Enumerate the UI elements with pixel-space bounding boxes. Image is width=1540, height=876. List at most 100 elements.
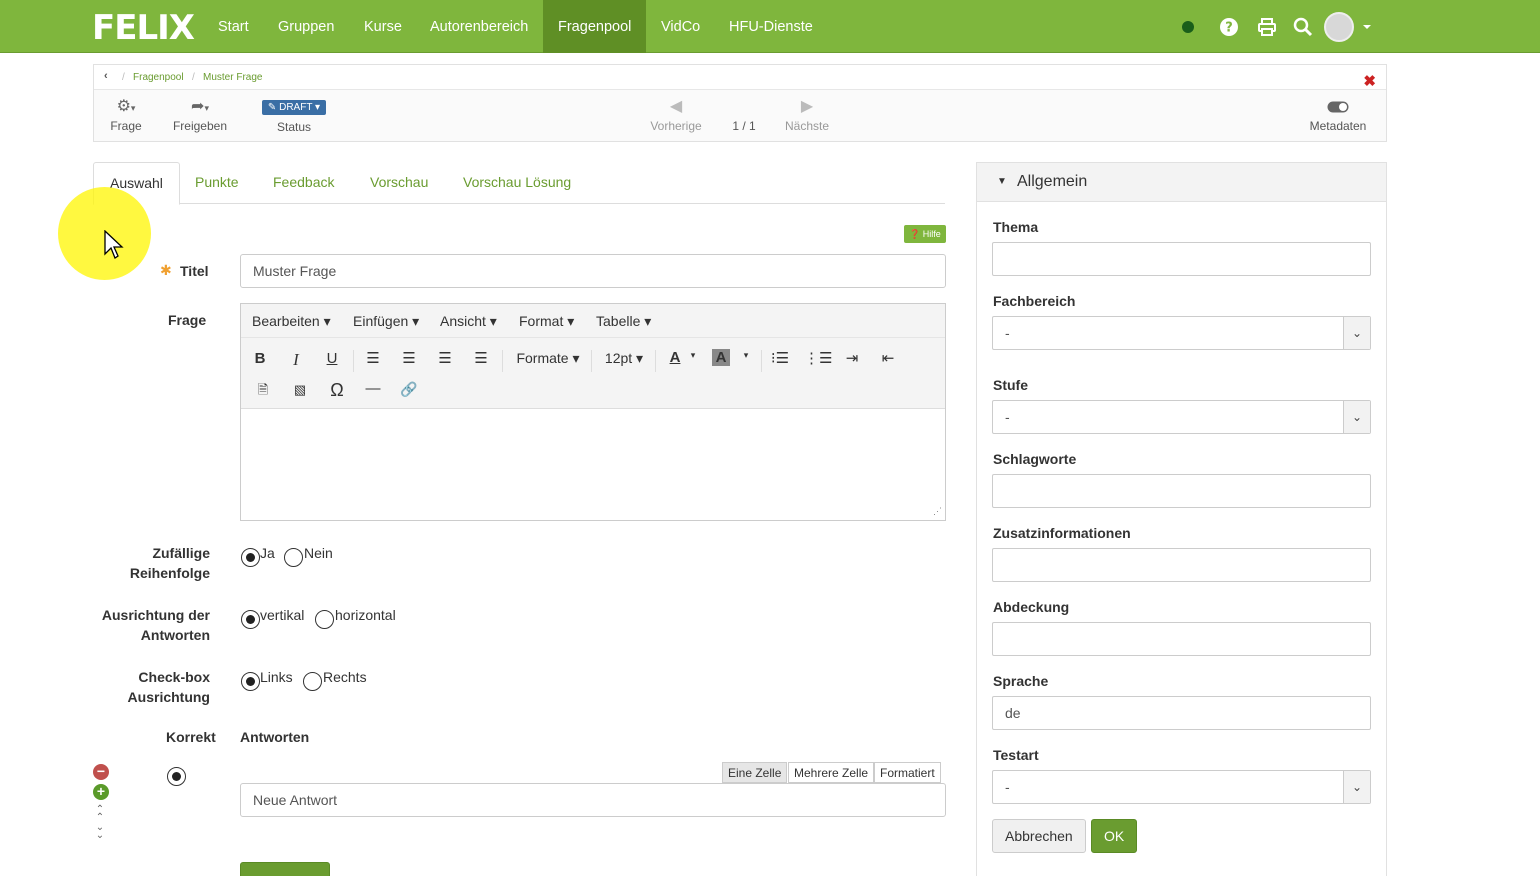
tab-punkte[interactable]: Punkte xyxy=(179,162,255,204)
editor-menu-tabelle[interactable]: Tabelle ▾ xyxy=(596,313,651,330)
save-button[interactable] xyxy=(240,862,330,876)
align-justify-icon[interactable]: ☰ xyxy=(361,349,385,367)
bold-icon[interactable]: B xyxy=(248,350,272,367)
special-character-icon[interactable]: Ω xyxy=(325,380,349,401)
move-down-icon[interactable]: ⌄ ⌄ xyxy=(93,823,107,841)
editor-menu-format[interactable]: Format ▾ xyxy=(519,313,574,330)
tab-vorschau[interactable]: Vorschau xyxy=(354,162,444,204)
nav-vidco[interactable]: VidCo xyxy=(646,0,715,53)
orientation-horizontal-radio[interactable] xyxy=(315,610,334,629)
breadcrumb-current: Muster Frage xyxy=(203,72,263,83)
orientation-vertical-label[interactable]: vertikal xyxy=(260,607,304,623)
add-answer-icon[interactable]: + xyxy=(93,784,109,800)
underline-icon[interactable]: U xyxy=(320,350,344,367)
titel-input[interactable]: Muster Frage xyxy=(240,254,946,288)
text-color-caret-icon[interactable]: ▾ xyxy=(687,350,699,361)
editor-menu-bearbeiten[interactable]: Bearbeiten ▾ xyxy=(252,313,331,330)
brand-logo[interactable]: FELIX xyxy=(92,8,195,48)
avatar[interactable] xyxy=(1324,12,1354,42)
stufe-label: Stufe xyxy=(993,377,1028,393)
nav-kurse[interactable]: Kurse xyxy=(349,0,417,53)
fachbereich-select[interactable]: - ⌄ xyxy=(992,316,1371,350)
question-tabs: Auswahl Punkte Feedback Vorschau Vorscha… xyxy=(93,162,945,205)
checkbox-left-radio[interactable] xyxy=(241,672,260,691)
mode-formatted-button[interactable]: Formatiert xyxy=(874,762,941,783)
horizontal-rule-icon[interactable]: — xyxy=(361,380,385,397)
nav-fragenpool[interactable]: Fragenpool xyxy=(543,0,646,53)
schlagworte-input[interactable] xyxy=(992,474,1371,508)
editor-menu-einfuegen[interactable]: Einfügen ▾ xyxy=(353,313,419,330)
breadcrumb: ‹ / Fragenpool / Muster Frage ✖ xyxy=(94,65,1386,90)
frage-menu-button[interactable]: ⚙▾ Frage xyxy=(108,97,144,133)
stufe-select[interactable]: - ⌄ xyxy=(992,400,1371,434)
link-icon[interactable]: 🔗 xyxy=(397,381,421,398)
font-size-dropdown[interactable]: 12pt ▾ xyxy=(601,350,647,367)
print-icon[interactable] xyxy=(1257,17,1277,37)
checkbox-right-label[interactable]: Rechts xyxy=(323,669,367,685)
align-right-icon[interactable]: ☰ xyxy=(397,349,421,367)
metadata-toggle[interactable]: Metadaten xyxy=(1306,97,1370,133)
italic-icon[interactable]: I xyxy=(284,350,308,370)
testart-select[interactable]: - ⌄ xyxy=(992,770,1371,804)
insert-file-icon[interactable]: 🗎 xyxy=(251,381,275,403)
answer-input[interactable]: Neue Antwort xyxy=(240,783,946,817)
editor-content-area[interactable] xyxy=(241,409,945,520)
random-yes-label[interactable]: Ja xyxy=(260,545,275,561)
abdeckung-input[interactable] xyxy=(992,622,1371,656)
outdent-icon[interactable]: ⇤ xyxy=(876,349,900,367)
nav-autorenbereich[interactable]: Autorenbereich xyxy=(415,0,543,53)
panel-header-allgemein[interactable]: ▼ Allgemein xyxy=(977,163,1386,202)
checkbox-right-radio[interactable] xyxy=(303,672,322,691)
text-color-icon[interactable]: A xyxy=(663,349,687,366)
zusatzinformationen-input[interactable] xyxy=(992,548,1371,582)
random-yes-radio[interactable] xyxy=(241,548,260,567)
nav-start[interactable]: Start xyxy=(203,0,264,53)
hilfe-button[interactable]: ❓ Hilfe xyxy=(904,225,946,243)
gears-icon: ⚙▾ xyxy=(116,98,136,115)
breadcrumb-fragenpool[interactable]: Fragenpool xyxy=(133,72,184,83)
cancel-button[interactable]: Abbrechen xyxy=(992,819,1086,853)
thema-input[interactable] xyxy=(992,242,1371,276)
chevron-down-icon: ⌄ xyxy=(1343,317,1370,349)
next-button[interactable]: ▶ Nächste xyxy=(782,97,832,133)
draft-status-badge[interactable]: ✎ DRAFT ▾ xyxy=(261,100,327,115)
caret-down-icon[interactable] xyxy=(1362,22,1372,32)
tab-vorschau-loesung[interactable]: Vorschau Lösung xyxy=(447,162,587,204)
insert-image-icon[interactable]: ▧ xyxy=(288,382,312,398)
sprache-input[interactable]: de xyxy=(992,696,1371,730)
resize-handle-icon[interactable]: ⋰ xyxy=(933,506,942,517)
indent-icon[interactable]: ⇥ xyxy=(840,349,864,367)
align-center-icon[interactable]: ☰ xyxy=(433,349,457,367)
random-no-label[interactable]: Nein xyxy=(304,545,333,561)
bullet-list-icon[interactable]: ⁝☰ xyxy=(768,349,792,367)
background-color-caret-icon[interactable]: ▾ xyxy=(740,350,752,361)
ok-button[interactable]: OK xyxy=(1091,819,1138,853)
nav-hfu-dienste[interactable]: HFU-Dienste xyxy=(714,0,828,53)
numbered-list-icon[interactable]: ⋮☰ xyxy=(804,349,832,367)
nav-gruppen[interactable]: Gruppen xyxy=(263,0,349,53)
freigeben-menu-button[interactable]: ➦▾ Freigeben xyxy=(170,97,230,133)
orientation-horizontal-label[interactable]: horizontal xyxy=(335,607,396,623)
align-left-icon[interactable]: ☰ xyxy=(469,349,493,367)
mode-multi-cell-button[interactable]: Mehrere Zelle xyxy=(788,762,875,783)
close-icon[interactable]: ✖ xyxy=(1363,72,1376,90)
tab-feedback[interactable]: Feedback xyxy=(257,162,350,204)
back-chevron-icon[interactable]: ‹ xyxy=(104,70,108,82)
move-up-icon[interactable]: ⌃ ⌃ xyxy=(93,805,107,823)
titel-label: Titel xyxy=(180,263,209,279)
mode-single-cell-button[interactable]: Eine Zelle xyxy=(722,762,788,783)
background-color-icon[interactable]: A xyxy=(712,349,730,366)
remove-answer-icon[interactable]: − xyxy=(93,764,109,780)
previous-button[interactable]: ◀ Vorherige xyxy=(648,97,704,133)
antworten-label: Antworten xyxy=(240,729,310,745)
random-no-radio[interactable] xyxy=(284,548,303,567)
help-icon[interactable]: ? xyxy=(1219,17,1239,37)
formate-dropdown[interactable]: Formate ▾ xyxy=(513,350,583,367)
checkbox-left-label[interactable]: Links xyxy=(260,669,293,685)
editor-menu-ansicht[interactable]: Ansicht ▾ xyxy=(440,313,497,330)
status-menu-button[interactable]: ✎ DRAFT ▾ Status xyxy=(257,99,331,134)
toggle-icon xyxy=(1306,97,1370,119)
search-icon[interactable] xyxy=(1293,17,1313,37)
correct-answer-radio[interactable] xyxy=(167,767,186,786)
orientation-vertical-radio[interactable] xyxy=(241,610,260,629)
